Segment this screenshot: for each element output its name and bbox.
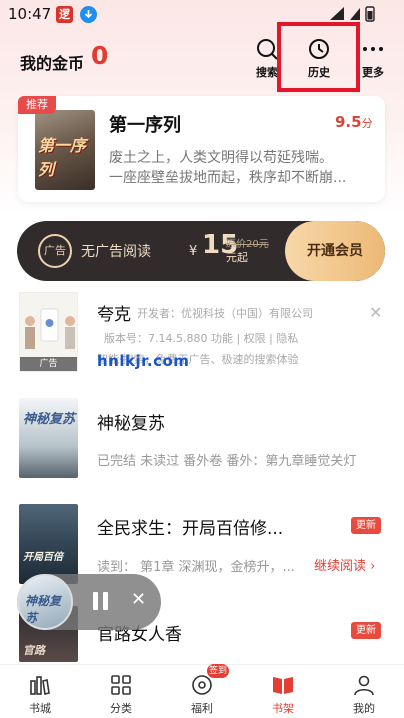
nav-label: 我的 xyxy=(353,702,375,715)
coin-value[interactable]: 0 xyxy=(91,41,108,70)
cover-title: 第一序列 xyxy=(38,136,87,179)
bottom-navigation: 书城 分类 福利 书架 我的 xyxy=(0,664,404,718)
book-reading-progress: 读到： 第1章 深渊现，金榜升，... xyxy=(97,560,295,575)
vip-currency: ¥ xyxy=(189,244,198,259)
more-label: 更多 xyxy=(362,66,384,79)
signal-battery-icon xyxy=(330,6,375,22)
score-value: 9.5 xyxy=(335,113,362,131)
nav-label: 书城 xyxy=(29,702,51,715)
nav-bookstore[interactable]: 书城 xyxy=(10,673,70,716)
open-vip-button[interactable]: 开通会员 xyxy=(285,221,385,281)
ad-developer: 开发者：优视科技（中国）有限公司 xyxy=(137,307,313,320)
status-time: 10:47 xyxy=(8,5,52,23)
nav-bookshelf[interactable]: 书架 xyxy=(253,673,313,716)
ad-title[interactable]: 夸克 xyxy=(97,300,131,325)
featured-book-description: 废土之上，人类文明得以苟延残喘。 一座座壁垒拔地而起，秩序却不断崩... xyxy=(109,148,359,188)
nav-label: 书架 xyxy=(272,702,294,715)
sign-in-badge: 签到 xyxy=(207,664,229,678)
coin-label: 我的金币 xyxy=(20,54,85,73)
vip-original-price: 原价20元 xyxy=(226,239,269,250)
more-button[interactable]: 更多 xyxy=(351,38,395,82)
pause-bar xyxy=(93,592,98,610)
ad-label: 广告 xyxy=(20,357,77,371)
app-screenshot-icon xyxy=(20,293,77,359)
cover-title: 开局百倍 xyxy=(23,552,63,563)
player-close-icon[interactable]: ✕ xyxy=(131,589,146,610)
featured-book-cover[interactable]: 第一序列 xyxy=(35,110,95,190)
bookshelf-icon xyxy=(273,677,293,694)
disc-title: 神秘复苏 xyxy=(25,594,62,625)
player-book-disc[interactable]: 神秘复苏 xyxy=(17,574,73,630)
cover-title: 神秘复苏 xyxy=(23,412,76,427)
category-icon xyxy=(111,675,131,695)
nav-welfare[interactable]: 福利 xyxy=(172,673,232,716)
recommend-tag: 推荐 xyxy=(18,96,56,114)
user-icon xyxy=(354,675,374,696)
book-cover[interactable]: 神秘复苏 xyxy=(19,398,78,478)
score-unit: 分 xyxy=(361,117,373,130)
nav-label: 福利 xyxy=(191,702,213,715)
more-icon xyxy=(363,47,383,51)
nav-category[interactable]: 分类 xyxy=(91,673,151,716)
featured-book-title[interactable]: 第一序列 xyxy=(109,111,181,137)
book-info: 已完结 未读过 番外卷 番外：第九章睡觉关灯 xyxy=(97,454,357,469)
book-title[interactable]: 全民求生：开局百倍修... xyxy=(97,514,283,539)
bookstore-icon xyxy=(30,676,50,695)
ad-close-button[interactable]: ✕ xyxy=(369,303,382,322)
book-cover[interactable]: 开局百倍 xyxy=(19,504,78,584)
nav-label: 分类 xyxy=(110,702,132,715)
cover-title: 官路 xyxy=(23,644,45,657)
ad-meta[interactable]: 版本号：7.14.5.880 功能 | 权限 | 隐私 xyxy=(104,330,298,346)
ad-cover[interactable]: 广告 xyxy=(19,292,78,372)
pause-icon[interactable] xyxy=(91,592,111,612)
featured-book-score: 9.5分 xyxy=(335,113,373,131)
continue-reading-button[interactable]: 继续阅读 › xyxy=(314,555,375,574)
vip-price-unit: 元起 xyxy=(226,251,248,264)
watermark: hnlkjr.com xyxy=(97,352,190,370)
book-title[interactable]: 神秘复苏 xyxy=(97,409,165,434)
no-ad-icon: 广告 xyxy=(38,234,72,268)
app-notification-icon: 逻 xyxy=(56,6,73,23)
nav-mine[interactable]: 我的 xyxy=(334,673,394,716)
update-badge: 更新 xyxy=(351,517,381,534)
description-line: 废土之上，人类文明得以苟延残喘。 xyxy=(109,150,333,166)
vip-no-ad-text: 无广告阅读 xyxy=(81,244,151,260)
update-badge: 更新 xyxy=(351,622,381,639)
pause-bar xyxy=(103,592,108,610)
history-highlight-box xyxy=(277,22,360,92)
description-line: 一座座壁垒拔地而起，秩序却不断崩... xyxy=(109,170,347,186)
download-notification-icon xyxy=(80,6,97,23)
vip-banner[interactable]: 广告 无广告阅读 ¥ 15 原价20元 元起 开通会员 xyxy=(17,221,385,281)
search-icon xyxy=(257,39,278,60)
